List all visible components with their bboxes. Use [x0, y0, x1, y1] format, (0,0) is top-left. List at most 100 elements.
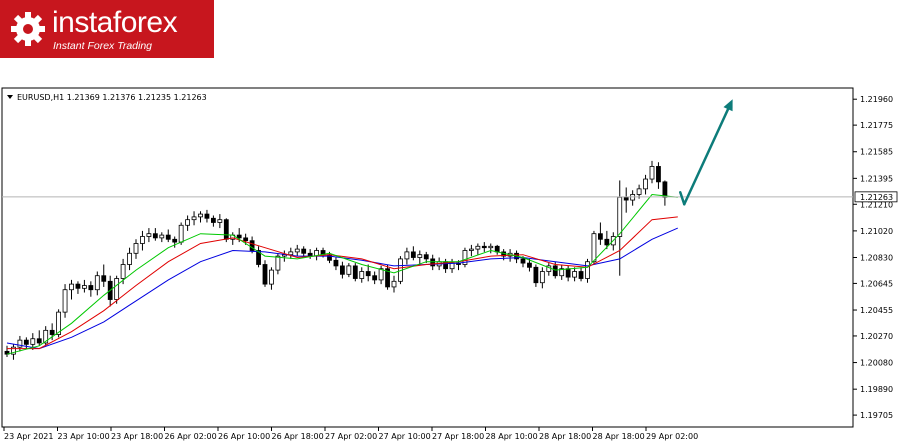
- candle-body: [210, 217, 216, 223]
- candle-body: [114, 278, 120, 300]
- candle-body: [30, 338, 36, 345]
- candle-body: [17, 339, 23, 348]
- candle-body: [481, 245, 487, 249]
- y-tick-label: 1.20080: [860, 359, 893, 368]
- y-tick-label: 1.20830: [860, 254, 893, 263]
- candle-body: [578, 271, 584, 279]
- y-tick-label: 1.21585: [860, 148, 893, 157]
- candle-body: [217, 219, 223, 223]
- candle-body: [146, 233, 152, 237]
- candle-body: [449, 262, 455, 270]
- candle-body: [333, 259, 339, 267]
- candle-body: [204, 213, 210, 219]
- candle-body: [127, 252, 132, 265]
- x-tick-label: 27 Apr 10:00: [379, 432, 431, 441]
- candle-body: [172, 238, 178, 243]
- candle-body: [140, 236, 145, 244]
- y-axis: 1.219601.217751.215851.213951.212101.210…: [853, 95, 893, 420]
- candle-body: [352, 265, 358, 279]
- candle-body: [539, 271, 545, 284]
- candle-body: [23, 339, 29, 345]
- candle-body: [178, 224, 184, 243]
- candle-body: [101, 275, 107, 282]
- y-tick-label: 1.21775: [860, 121, 893, 130]
- candle-body: [62, 289, 68, 313]
- candle-body: [494, 245, 500, 253]
- x-tick-label: 27 Apr 18:00: [432, 432, 484, 441]
- candle-body: [649, 166, 655, 180]
- x-tick-label: 28 Apr 18:00: [539, 432, 591, 441]
- candle-body: [533, 266, 539, 284]
- y-tick-label: 1.20455: [860, 306, 893, 315]
- candle-body: [75, 283, 81, 289]
- candle-body: [468, 248, 474, 251]
- candle-body: [133, 243, 139, 254]
- candle-body: [49, 329, 55, 335]
- candle-body: [152, 233, 158, 239]
- candle-body: [275, 255, 281, 271]
- candle-body: [294, 248, 300, 253]
- candle-body: [346, 265, 352, 275]
- candle-body: [262, 264, 268, 285]
- candle-body: [617, 196, 623, 237]
- x-tick-label: 27 Apr 02:00: [325, 432, 377, 441]
- candle-body: [552, 265, 558, 277]
- candle-body: [339, 265, 345, 275]
- candle-body: [423, 254, 429, 260]
- candle-body: [636, 188, 642, 195]
- candle-body: [243, 237, 249, 242]
- y-tick-label: 1.20645: [860, 279, 893, 288]
- candle-body: [223, 219, 229, 240]
- candle-body: [430, 258, 436, 267]
- y-tick-label: 1.19890: [860, 385, 893, 394]
- candle-body: [88, 285, 94, 291]
- x-tick-label: 29 Apr 02:00: [646, 432, 698, 441]
- x-tick-label: 23 Apr 2021: [4, 432, 53, 441]
- x-tick-label: 28 Apr 18:00: [593, 432, 645, 441]
- candle-body: [236, 234, 242, 239]
- candle-body: [598, 233, 603, 240]
- y-tick-label: 1.21960: [860, 95, 893, 104]
- candle: [262, 260, 268, 287]
- candle-body: [475, 245, 481, 250]
- candle-body: [159, 234, 165, 239]
- x-tick-label: 26 Apr 18:00: [272, 432, 324, 441]
- candle-body: [572, 271, 577, 278]
- y-tick-label: 1.21020: [860, 227, 893, 236]
- candle-body: [82, 285, 87, 289]
- candle-body: [94, 275, 100, 291]
- candle-body: [69, 283, 74, 291]
- y-tick-label: 1.21395: [860, 174, 893, 183]
- candle-body: [301, 248, 307, 254]
- candle-body: [527, 262, 532, 268]
- price-label-box: 1.21263: [854, 191, 898, 203]
- candle-body: [372, 275, 378, 281]
- candle-body: [191, 216, 197, 221]
- current-price-label: 1.21263: [860, 193, 893, 202]
- candle-body: [417, 254, 423, 258]
- candle-body: [36, 338, 42, 344]
- candle-body: [585, 261, 590, 279]
- candle-body: [662, 181, 668, 198]
- candle-body: [404, 251, 410, 260]
- candle-body: [198, 213, 203, 218]
- y-tick-label: 1.20270: [860, 332, 893, 341]
- candle-body: [643, 178, 648, 190]
- candle-body: [591, 233, 597, 263]
- x-tick-label: 26 Apr 02:00: [165, 432, 217, 441]
- candle-body: [185, 219, 191, 226]
- candle-body: [365, 271, 371, 277]
- symbol-header: EURUSD,H1 1.21369 1.21376 1.21235 1.2126…: [17, 93, 207, 102]
- x-tick-label: 28 Apr 10:00: [486, 432, 538, 441]
- candle: [352, 263, 358, 282]
- y-tick-label: 1.19705: [860, 411, 893, 420]
- x-tick-label: 23 Apr 18:00: [111, 432, 163, 441]
- x-axis: 23 Apr 2021 23 Apr 10:00 23 Apr 18:00 26 Ap…: [3, 427, 698, 441]
- price-chart: EURUSD,H1 1.21369 1.21376 1.21235 1.2126…: [1, 87, 898, 441]
- candle-body: [120, 264, 126, 279]
- candle-body: [656, 166, 661, 183]
- candle-body: [520, 258, 526, 264]
- candle-body: [359, 271, 365, 279]
- candle-body: [327, 254, 332, 261]
- x-tick-label: 23 Apr 10:00: [58, 432, 110, 441]
